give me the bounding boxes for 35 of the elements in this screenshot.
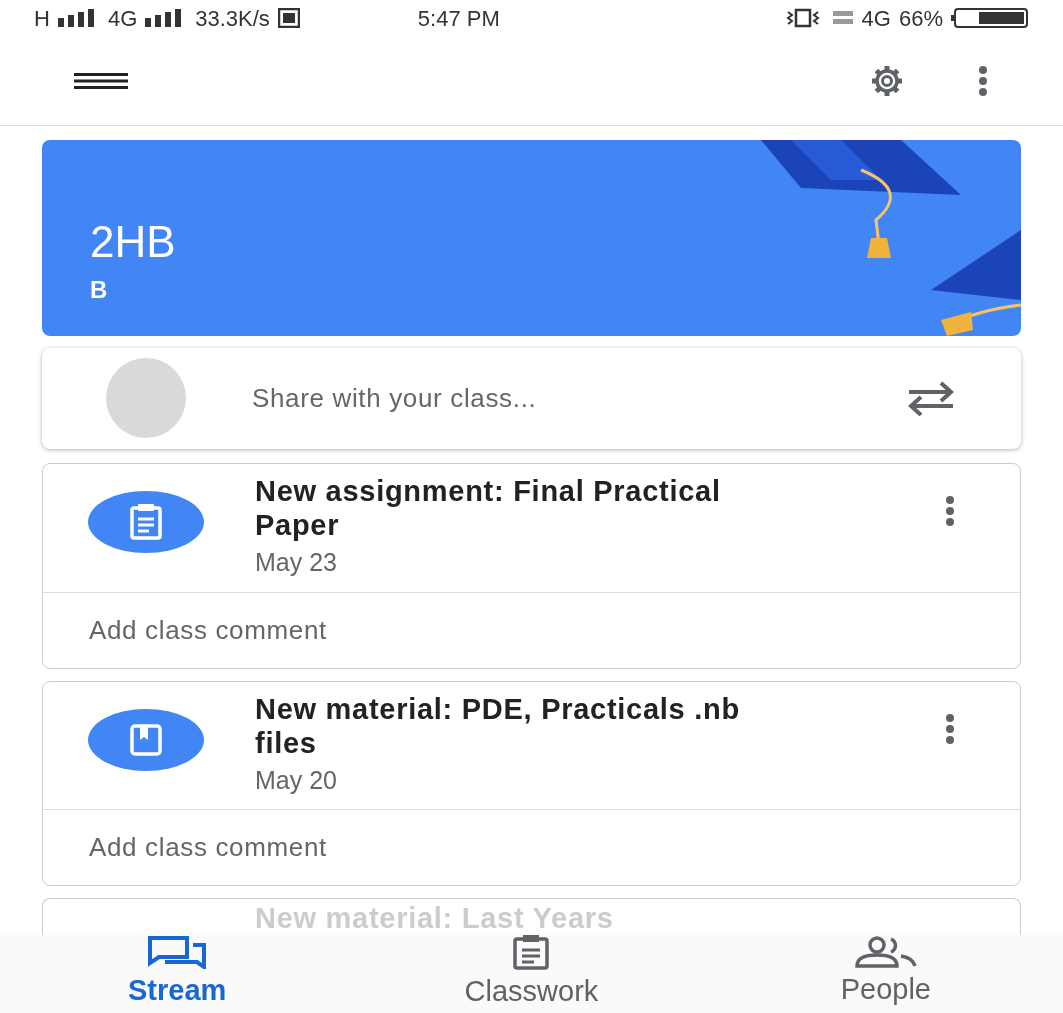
post-card[interactable]: New assignment: Final Practical Paper May 23 Add class comment: [42, 463, 1021, 669]
menu-icon[interactable]: [74, 72, 128, 89]
volte-icon: [831, 9, 854, 27]
post-title: New material: PDE, Practicals .nb files: [255, 691, 741, 760]
signal-icon: [57, 9, 96, 27]
battery-percentage: 66%: [898, 4, 943, 33]
signal-icon: [145, 9, 184, 27]
comment-link[interactable]: Add class comment: [89, 614, 327, 645]
more-options-icon[interactable]: [944, 496, 956, 526]
network-type: 4G: [861, 4, 891, 33]
nav-tab[interactable]: People: [708, 936, 1063, 1012]
post-card[interactable]: New material: PDE, Practicals .nb files May 20 Add class comment: [42, 680, 1021, 886]
chat-bubbles-icon: [147, 935, 208, 970]
notification-icon: [277, 8, 300, 28]
class-title: 2HB: [90, 219, 177, 264]
post-title: New assignment: Final Practical Paper: [255, 474, 722, 542]
comment-link[interactable]: Add class comment: [89, 832, 327, 862]
clipboard-icon: [87, 490, 205, 554]
network-speed: 33.3K/s: [195, 4, 270, 33]
clock: 5:47 PM: [417, 4, 500, 33]
network-type: 4G: [107, 4, 138, 33]
more-options-icon[interactable]: [977, 65, 989, 96]
vibrate-icon: [785, 8, 820, 28]
nav-tab[interactable]: Stream: [0, 935, 355, 1013]
network-type: H: [34, 4, 50, 33]
post-date: May 20: [255, 764, 338, 796]
post-date: May 23: [255, 547, 338, 578]
battery-icon: [951, 8, 1029, 28]
nav-tab[interactable]: Classwork: [354, 934, 709, 1013]
class-section: B: [90, 271, 973, 308]
share-field[interactable]: Share with your class...: [252, 378, 905, 418]
people-icon: [852, 936, 919, 969]
more-options-icon[interactable]: [944, 713, 956, 744]
bookmark-icon: [87, 707, 205, 772]
class-banner[interactable]: 2HB B: [42, 140, 1021, 336]
